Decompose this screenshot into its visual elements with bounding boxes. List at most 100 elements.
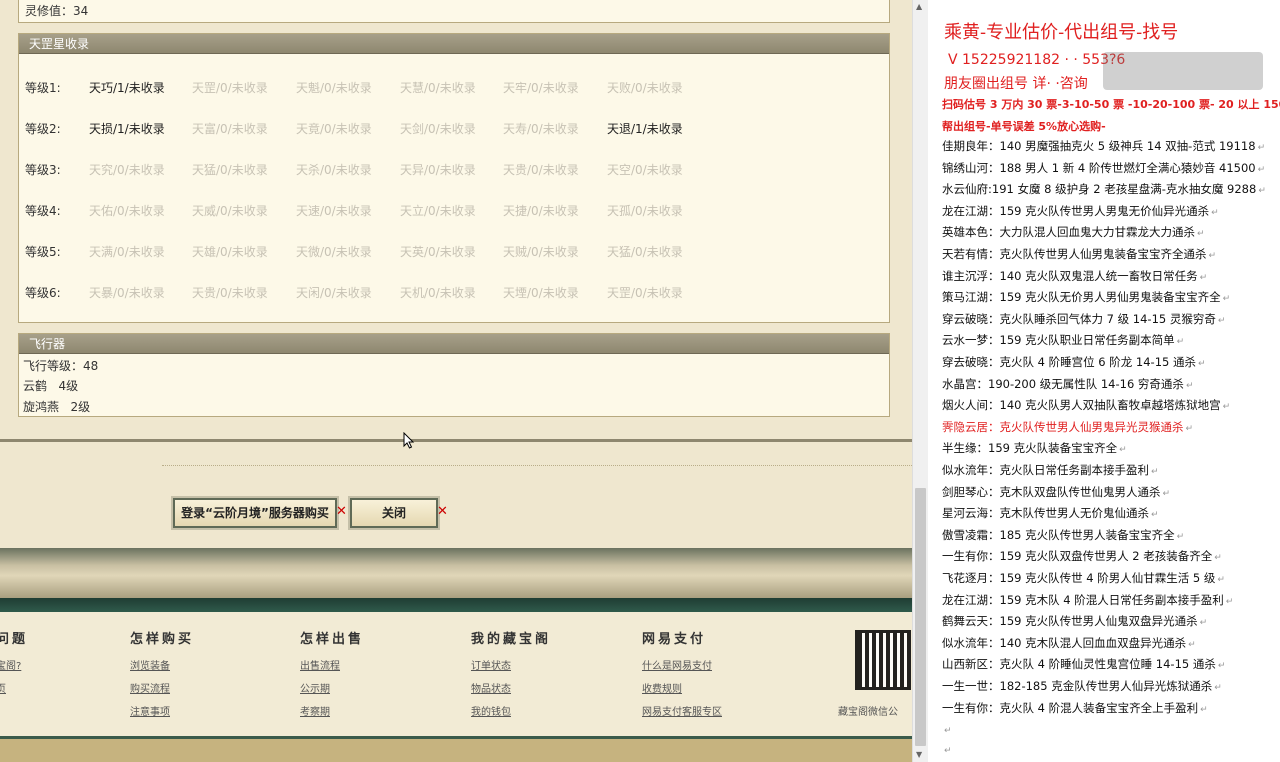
screen: 灵修值：34 天罡星收录 等级1: 天巧/1/未收录 天罡/0/未收录 天魁/0/未收… <box>0 0 1280 762</box>
footer-heading: 问题 <box>0 632 29 647</box>
paragraph-mark: ↵ <box>944 746 952 756</box>
footer-link[interactable]: 网易支付客服专区 <box>642 703 722 718</box>
level-label: 等级2: <box>25 122 61 136</box>
scroll-up-icon[interactable]: ▲ <box>916 2 922 11</box>
qr-code-icon <box>855 630 911 690</box>
listing-text: 谁主沉浮：140 克火队双鬼混人统一畜牧日常任务 <box>942 268 1198 283</box>
footer-link[interactable]: 宝阁? <box>0 657 28 672</box>
paragraph-mark: ↵ <box>1188 639 1196 650</box>
star-entry: 天慧/0/未收录 <box>400 81 476 95</box>
star-entry: 天速/0/未收录 <box>296 204 372 218</box>
paragraph-mark: ↵ <box>1257 143 1266 153</box>
dotted-divider <box>162 465 912 466</box>
qr-caption: 藏宝阁微信公 <box>838 707 898 718</box>
flying-item: 云鹤 4级 <box>23 379 79 393</box>
listing-text: 似水流年：140 克木队混人回血血双盘异光通杀 <box>942 635 1187 650</box>
star-entry: 天雄/0/未收录 <box>192 245 268 259</box>
scroll-down-icon[interactable]: ▼ <box>916 750 922 759</box>
level-label: 等级6: <box>25 286 61 300</box>
listing-text: 策马江湖：159 克火队无价男人男仙男鬼装备宝宝齐全 <box>942 290 1221 305</box>
paragraph-mark: ↵ <box>1176 337 1185 348</box>
paragraph-mark: ↵ <box>1151 510 1159 521</box>
paragraph-mark: ↵ <box>1214 683 1222 693</box>
footer-link[interactable]: 出售流程 <box>300 657 364 672</box>
paragraph-mark: ↵ <box>1199 618 1208 629</box>
close-button[interactable]: 关闭 <box>350 498 438 528</box>
listing-line: 水云仙府:191 女魔 8 级护身 2 老孩星盘满-克水抽女魔 9288 ↵ <box>942 181 1266 197</box>
footer-link[interactable]: 购买流程 <box>130 680 194 695</box>
paragraph-mark: ↵ <box>1200 704 1208 715</box>
level-row: 等级5: 天满/0/未收录 天雄/0/未收录 天微/0/未收录 天英/0/未收录 天贼/0… <box>19 243 879 263</box>
paragraph-mark: ↵ <box>1257 164 1266 175</box>
star-entry: 天竟/0/未收录 <box>296 122 372 136</box>
level-row: 等级1: 天巧/1/未收录 天罡/0/未收录 天魁/0/未收录 天慧/0/未收录 天牢/0… <box>19 79 879 99</box>
listing-text: 傲雪凌霜：185 克火队传世男人装备宝宝齐全 <box>942 527 1175 542</box>
footer-link[interactable]: 订单状态 <box>471 657 551 672</box>
listing-line: 龙在江湖：159 克木队 4 阶混人日常任务副本接手盈利 ↵ <box>942 592 1233 608</box>
star-entry: 天剑/0/未收录 <box>400 122 476 136</box>
paragraph-mark: ↵ <box>1185 423 1194 434</box>
listing-line: 佳期良年：140 男魔强抽克火 5 级神兵 14 双抽-范式 19118 ↵ <box>942 138 1265 154</box>
listing-line: 谁主沉浮：140 克火队双鬼混人统一畜牧日常任务 ↵ <box>942 268 1207 284</box>
flying-item: 旋鸿燕 2级 <box>23 400 91 414</box>
listing-line: 龙在江湖：159 克火队传世男人男鬼无价仙异光通杀 ↵ <box>942 203 1219 219</box>
star-entry: 天佑/0/未收录 <box>89 204 165 218</box>
paragraph-mark: ↵ <box>1151 467 1159 477</box>
paragraph-mark: ↵ <box>1176 531 1185 542</box>
paragraph-mark: ↵ <box>1217 575 1225 585</box>
star-entry: 天寿/0/未收录 <box>503 122 579 136</box>
footer-link[interactable]: 注意事项 <box>130 703 194 718</box>
listing-line: 山西新区：克火队 4 阶睡仙灵性鬼宫位睡 14-15 通杀 ↵ <box>942 656 1225 672</box>
listing-text: 锦绣山河：188 男人 1 新 4 阶传世燃灯全满心猿妙音 41500 <box>942 160 1256 175</box>
close-x-icon[interactable]: ✕ <box>336 504 347 519</box>
listing-text: 星河云海：克木队传世男人无价鬼仙通杀 <box>942 506 1149 521</box>
footer-link[interactable]: 页 <box>0 680 28 695</box>
star-entry: 天退/1/未收录 <box>607 122 683 136</box>
footer-heading: 网易支付 <box>642 632 707 647</box>
paragraph-mark: ↵ <box>1211 207 1219 218</box>
listing-line: 云水一梦：159 克火队职业日常任务副本简单 ↵ <box>942 332 1184 348</box>
footer-link[interactable]: 公示期 <box>300 680 364 695</box>
star-entry: 天异/0/未收录 <box>400 163 476 177</box>
login-server-buy-button[interactable]: 登录“云阶月境”服务器购买 <box>173 498 337 528</box>
doc-help: 帮出组号-单号误差 5%放心选购- <box>942 120 1106 133</box>
listing-line: 水晶宫：190-200 级无属性队 14-16 穷奇通杀 ↵ <box>942 376 1193 392</box>
doc-friends: 朋友圈出组号 详· ·咨询 <box>944 76 1088 92</box>
star-entry: 天巧/1/未收录 <box>89 81 165 95</box>
listing-text: 剑胆琴心：克木队双盘队传世仙鬼男人通杀 <box>942 484 1161 499</box>
star-entry: 天贼/0/未收录 <box>503 245 579 259</box>
level-row: 等级6: 天暴/0/未收录 天贵/0/未收录 天闲/0/未收录 天机/0/未收录 天堙/0… <box>19 284 879 304</box>
paragraph-mark: ↵ <box>1217 661 1226 672</box>
level-label: 等级4: <box>25 204 61 218</box>
paragraph-mark: ↵ <box>1119 445 1127 456</box>
star-entry: 天英/0/未收录 <box>400 245 476 259</box>
star-entry: 天机/0/未收录 <box>400 286 476 300</box>
footer-band-line <box>0 598 912 612</box>
level-label: 等级1: <box>25 81 61 95</box>
close-x-icon[interactable]: ✕ <box>437 504 448 519</box>
footer-link[interactable]: 物品状态 <box>471 680 551 695</box>
listing-line: 剑胆琴心：克木队双盘队传世仙鬼男人通杀 ↵ <box>942 484 1170 500</box>
star-entry: 天罡/0/未收录 <box>192 81 268 95</box>
star-entry: 天微/0/未收录 <box>296 245 372 259</box>
paragraph-mark: ↵ <box>1214 553 1222 564</box>
listing-text: 鹤舞云天：159 克火队传世男人仙鬼双盘异光通杀 <box>942 614 1198 629</box>
footer-link[interactable]: 收费规则 <box>642 680 722 695</box>
listing-text: 水晶宫：190-200 级无属性队 14-16 穷奇通杀 <box>942 376 1184 391</box>
doc-phone: V 15225921182 · · 553?6 <box>948 52 1126 68</box>
listing-line: 烟火人间：140 克火队男人双抽队畜牧卓越塔炼狱地宫 ↵ <box>942 397 1230 413</box>
star-entry: 天魁/0/未收录 <box>296 81 372 95</box>
footer-column: 怎样购买 浏览装备 购买流程 注意事项 <box>130 628 194 718</box>
listing-line: 似水流年：克火队日常任务副本接手盈利 ↵ <box>942 462 1159 478</box>
footer-link[interactable]: 什么是网易支付 <box>642 657 722 672</box>
listing-line: 一生有你：159 克火队双盘传世男人 2 老孩装备齐全 ↵ <box>942 548 1222 564</box>
listing-text: 一生有你：克火队 4 阶混人装备宝宝齐全上手盈利 <box>942 700 1199 715</box>
paragraph-mark: ↵ <box>1225 596 1234 607</box>
footer-link[interactable]: 我的钱包 <box>471 703 551 718</box>
footer-link[interactable]: 浏览装备 <box>130 657 194 672</box>
listing-text: 穿去破晓：克火队 4 阶睡宫位 6 阶龙 14-15 通杀 <box>942 355 1196 369</box>
flying-panel: 飞行器 飞行等级：48 云鹤 4级 旋鸿燕 2级 <box>18 333 890 417</box>
scroll-thumb[interactable] <box>915 488 926 746</box>
page-scrollbar[interactable]: ▲ ▼ <box>912 0 928 762</box>
footer-link[interactable]: 考察期 <box>300 703 364 718</box>
